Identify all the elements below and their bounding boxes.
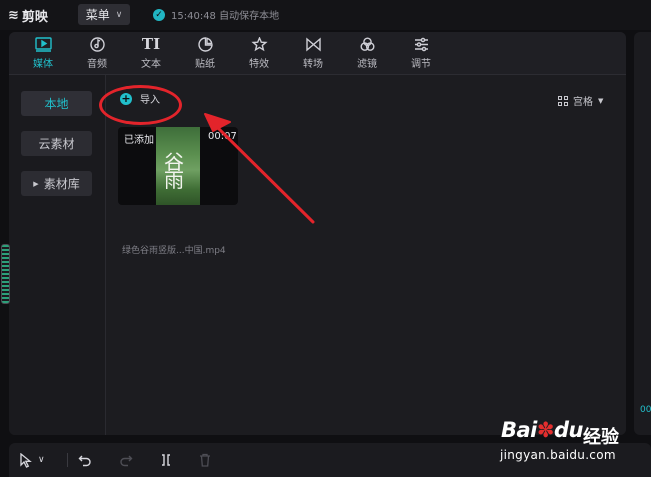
tab-audio-label: 音频 bbox=[87, 58, 107, 70]
media-filename: 绿色谷雨竖版...中国.mp4 bbox=[122, 246, 226, 256]
filter-circles-icon bbox=[360, 37, 374, 51]
autosave-text: 15:40:48 自动保存本地 bbox=[171, 11, 280, 22]
sidebar-item-cloud-label: 云素材 bbox=[38, 137, 75, 151]
media-duration: 00:07 bbox=[208, 131, 237, 142]
tab-media[interactable]: 媒体 bbox=[21, 34, 65, 72]
watermark-brand: Bai✽du bbox=[501, 418, 583, 442]
player-panel-edge bbox=[634, 32, 651, 435]
select-tool-button[interactable]: ∨ bbox=[19, 452, 45, 468]
menu-button[interactable]: 菜单 ∨ bbox=[78, 4, 130, 25]
chevron-down-icon: ∨ bbox=[115, 9, 123, 20]
triangle-right-icon: ▶ bbox=[33, 179, 39, 188]
jianying-logo-icon: ≋ bbox=[8, 7, 19, 23]
sidebar-item-library-label: 素材库 bbox=[43, 177, 80, 191]
media-item-card[interactable]: 谷雨 已添加 00:07 bbox=[118, 127, 238, 205]
baidu-jingyan-watermark: Bai✽du 经验 jingyan.baidu.com bbox=[497, 416, 647, 466]
cursor-arrow-icon bbox=[20, 452, 32, 468]
annotation-circle bbox=[99, 85, 182, 125]
tab-effects[interactable]: 特效 bbox=[237, 34, 281, 72]
view-mode-dropdown[interactable]: 宫格 ▼ bbox=[558, 93, 603, 108]
media-sidebar: 本地 云素材 ▶ 素材库 bbox=[9, 75, 106, 435]
view-mode-label: 宫格 bbox=[573, 97, 593, 108]
media-panel: 媒体 音频 TI 文本 贴纸 特效 转场 滤镜 调节 本地 云素材 ▶ 素材库 … bbox=[9, 32, 626, 435]
sticker-icon bbox=[197, 36, 213, 52]
redo-button[interactable] bbox=[119, 452, 133, 468]
tab-effects-label: 特效 bbox=[249, 58, 269, 70]
caret-down-icon: ▼ bbox=[598, 96, 604, 105]
tab-sticker-label: 贴纸 bbox=[195, 58, 215, 70]
app-logo: ≋ 剪映 bbox=[8, 6, 48, 25]
undo-icon bbox=[78, 455, 91, 467]
sidebar-item-library[interactable]: ▶ 素材库 bbox=[21, 171, 92, 196]
sidebar-item-local[interactable]: 本地 bbox=[21, 91, 92, 116]
added-badge: 已添加 bbox=[124, 135, 154, 146]
tab-text-label: 文本 bbox=[141, 58, 161, 70]
effects-star-icon bbox=[250, 36, 268, 51]
audio-note-icon bbox=[89, 36, 105, 52]
toolbar-divider bbox=[67, 453, 68, 467]
category-tabs: 媒体 音频 TI 文本 贴纸 特效 转场 滤镜 调节 bbox=[9, 32, 626, 75]
trash-icon bbox=[200, 453, 210, 467]
tab-transition-label: 转场 bbox=[303, 58, 323, 70]
media-content: + 导入 宫格 ▼ 谷雨 已添加 00:07 绿色谷雨竖版...中国.mp4 bbox=[106, 75, 626, 435]
split-icon bbox=[162, 454, 170, 466]
chevron-down-icon: ∨ bbox=[38, 455, 45, 465]
sidebar-item-cloud[interactable]: 云素材 bbox=[21, 131, 92, 156]
baidu-paw-icon: ✽ bbox=[536, 418, 555, 442]
adjust-sliders-icon bbox=[414, 37, 428, 51]
tab-filter-label: 滤镜 bbox=[357, 58, 377, 70]
watermark-jingyan: 经验 bbox=[583, 427, 619, 448]
media-thumbnail: 谷雨 bbox=[156, 127, 200, 205]
tab-adjust-label: 调节 bbox=[411, 58, 431, 70]
grid-view-icon bbox=[558, 95, 568, 106]
check-circle-icon: ✓ bbox=[153, 8, 165, 21]
text-ti-icon: TI bbox=[141, 34, 161, 53]
tab-audio[interactable]: 音频 bbox=[75, 34, 119, 72]
tab-sticker[interactable]: 贴纸 bbox=[183, 34, 227, 72]
tab-filter[interactable]: 滤镜 bbox=[345, 34, 389, 72]
delete-button[interactable] bbox=[198, 452, 212, 468]
undo-button[interactable] bbox=[78, 452, 92, 468]
autosave-status: ✓ 15:40:48 自动保存本地 bbox=[153, 7, 279, 22]
tab-media-label: 媒体 bbox=[33, 58, 53, 70]
watermark-url: jingyan.baidu.com bbox=[500, 448, 616, 462]
panel-resize-handle[interactable] bbox=[1, 244, 10, 304]
thumbnail-calligraphy: 谷雨 bbox=[164, 150, 184, 192]
redo-icon bbox=[120, 455, 133, 467]
tab-adjust[interactable]: 调节 bbox=[399, 34, 443, 72]
split-button[interactable] bbox=[159, 452, 173, 468]
tab-text[interactable]: TI 文本 bbox=[129, 34, 173, 72]
app-name: 剪映 bbox=[21, 9, 48, 25]
media-play-icon bbox=[34, 36, 52, 52]
sidebar-item-local-label: 本地 bbox=[44, 97, 69, 111]
menu-label: 菜单 bbox=[85, 8, 110, 22]
player-timecode-fragment: 00 bbox=[640, 405, 651, 415]
transition-bowtie-icon bbox=[305, 36, 321, 52]
tab-transition[interactable]: 转场 bbox=[291, 34, 335, 72]
